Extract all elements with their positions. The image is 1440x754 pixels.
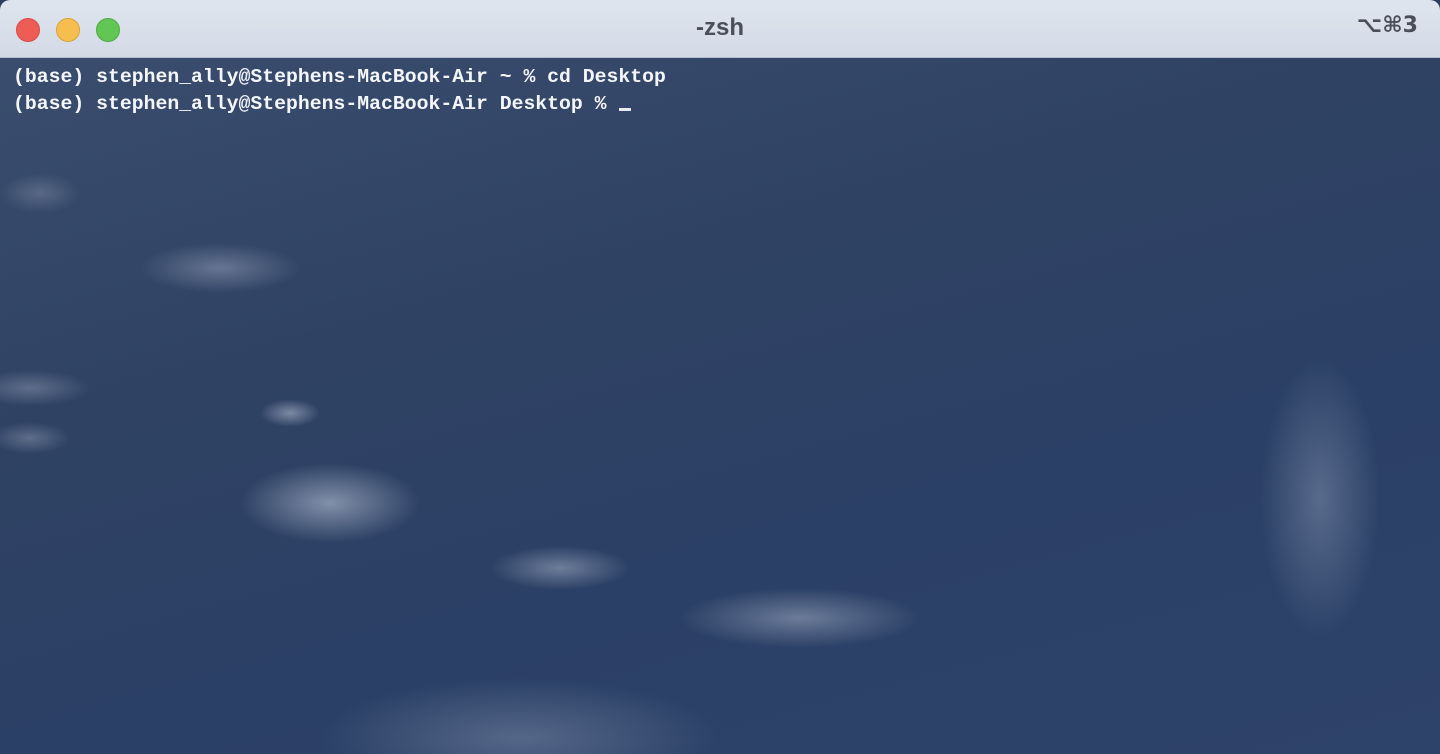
window-title: -zsh [696, 14, 744, 41]
terminal-prompt: (base) stephen_ally@Stephens-MacBook-Air… [13, 93, 619, 115]
terminal-output: (base) stephen_ally@Stephens-MacBook-Air… [13, 64, 666, 118]
text-cursor [619, 108, 632, 111]
terminal-window: -zsh ⌥⌘3 (base) stephen_ally@Stephens-Ma… [0, 0, 1440, 754]
terminal-prompt-line: (base) stephen_ally@Stephens-MacBook-Air… [13, 91, 666, 118]
terminal-content-area[interactable]: (base) stephen_ally@Stephens-MacBook-Air… [0, 58, 1440, 754]
window-shortcut-label: ⌥⌘3 [1356, 13, 1418, 38]
terminal-line: (base) stephen_ally@Stephens-MacBook-Air… [13, 66, 666, 88]
title-bar[interactable]: -zsh ⌥⌘3 [0, 0, 1440, 58]
